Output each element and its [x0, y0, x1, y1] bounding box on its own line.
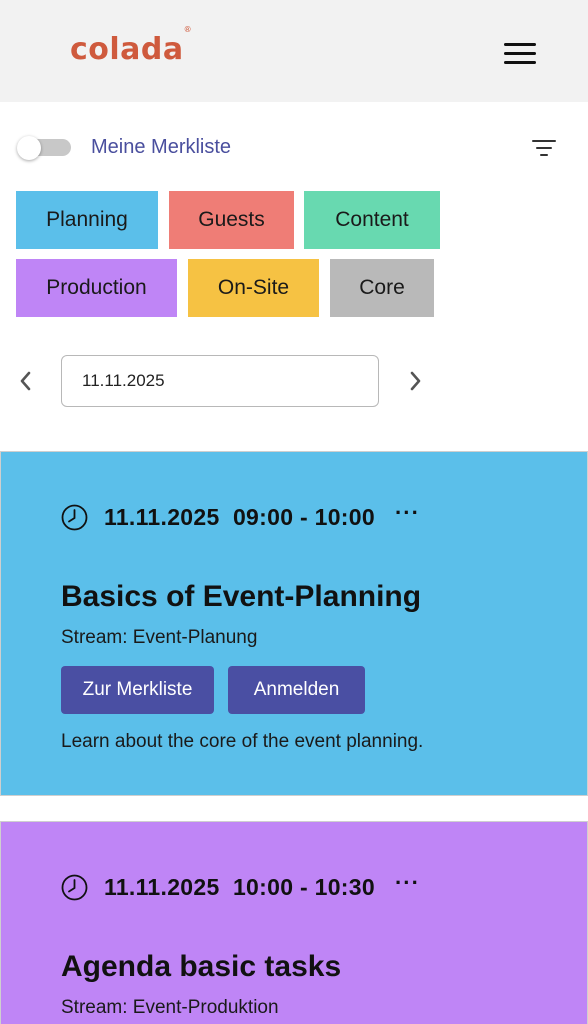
filter-icon[interactable] [532, 138, 558, 160]
event-meta: 11.11.2025 09:00 - 10:00 ··· [61, 501, 420, 531]
merkliste-toggle[interactable] [17, 136, 73, 160]
hamburger-menu-icon[interactable] [502, 40, 538, 66]
event-card: 11.11.2025 10:00 - 10:30 ··· Agenda basi… [0, 821, 588, 1024]
clock-icon [61, 874, 88, 901]
event-datetime: 11.11.2025 10:00 - 10:30 [104, 874, 375, 900]
register-button[interactable]: Anmelden [228, 666, 365, 714]
merkliste-toggle-label[interactable]: Meine Merkliste [91, 136, 231, 159]
category-chip-core[interactable]: Core [330, 259, 434, 317]
event-title: Agenda basic tasks [61, 950, 342, 983]
event-title: Basics of Event-Planning [61, 580, 422, 613]
category-chip-guests[interactable]: Guests [169, 191, 294, 249]
logo-registered-mark: ® [183, 25, 193, 34]
chevron-right-icon[interactable] [403, 368, 427, 394]
category-chip-production[interactable]: Production [16, 259, 177, 317]
logo-text: colada [70, 32, 184, 67]
category-chip-planning[interactable]: Planning [16, 191, 158, 249]
category-chip-on-site[interactable]: On-Site [188, 259, 319, 317]
event-description: Learn about the core of the event planni… [61, 731, 424, 752]
event-stream: Stream: Event-Produktion [61, 997, 279, 1018]
chevron-left-icon[interactable] [14, 368, 38, 394]
category-chip-content[interactable]: Content [304, 191, 440, 249]
event-card: 11.11.2025 09:00 - 10:00 ··· Basics of E… [0, 451, 588, 796]
more-options-icon[interactable]: ··· [395, 501, 420, 524]
date-input[interactable] [61, 355, 379, 407]
event-meta: 11.11.2025 10:00 - 10:30 ··· [61, 871, 420, 901]
clock-icon [61, 504, 88, 531]
event-datetime: 11.11.2025 09:00 - 10:00 [104, 504, 375, 530]
add-to-watchlist-button[interactable]: Zur Merkliste [61, 666, 214, 714]
event-stream: Stream: Event-Planung [61, 627, 258, 648]
toggle-knob [17, 136, 41, 160]
app-header: colada® [0, 0, 588, 102]
colada-logo[interactable]: colada® [70, 25, 192, 67]
more-options-icon[interactable]: ··· [395, 871, 420, 894]
